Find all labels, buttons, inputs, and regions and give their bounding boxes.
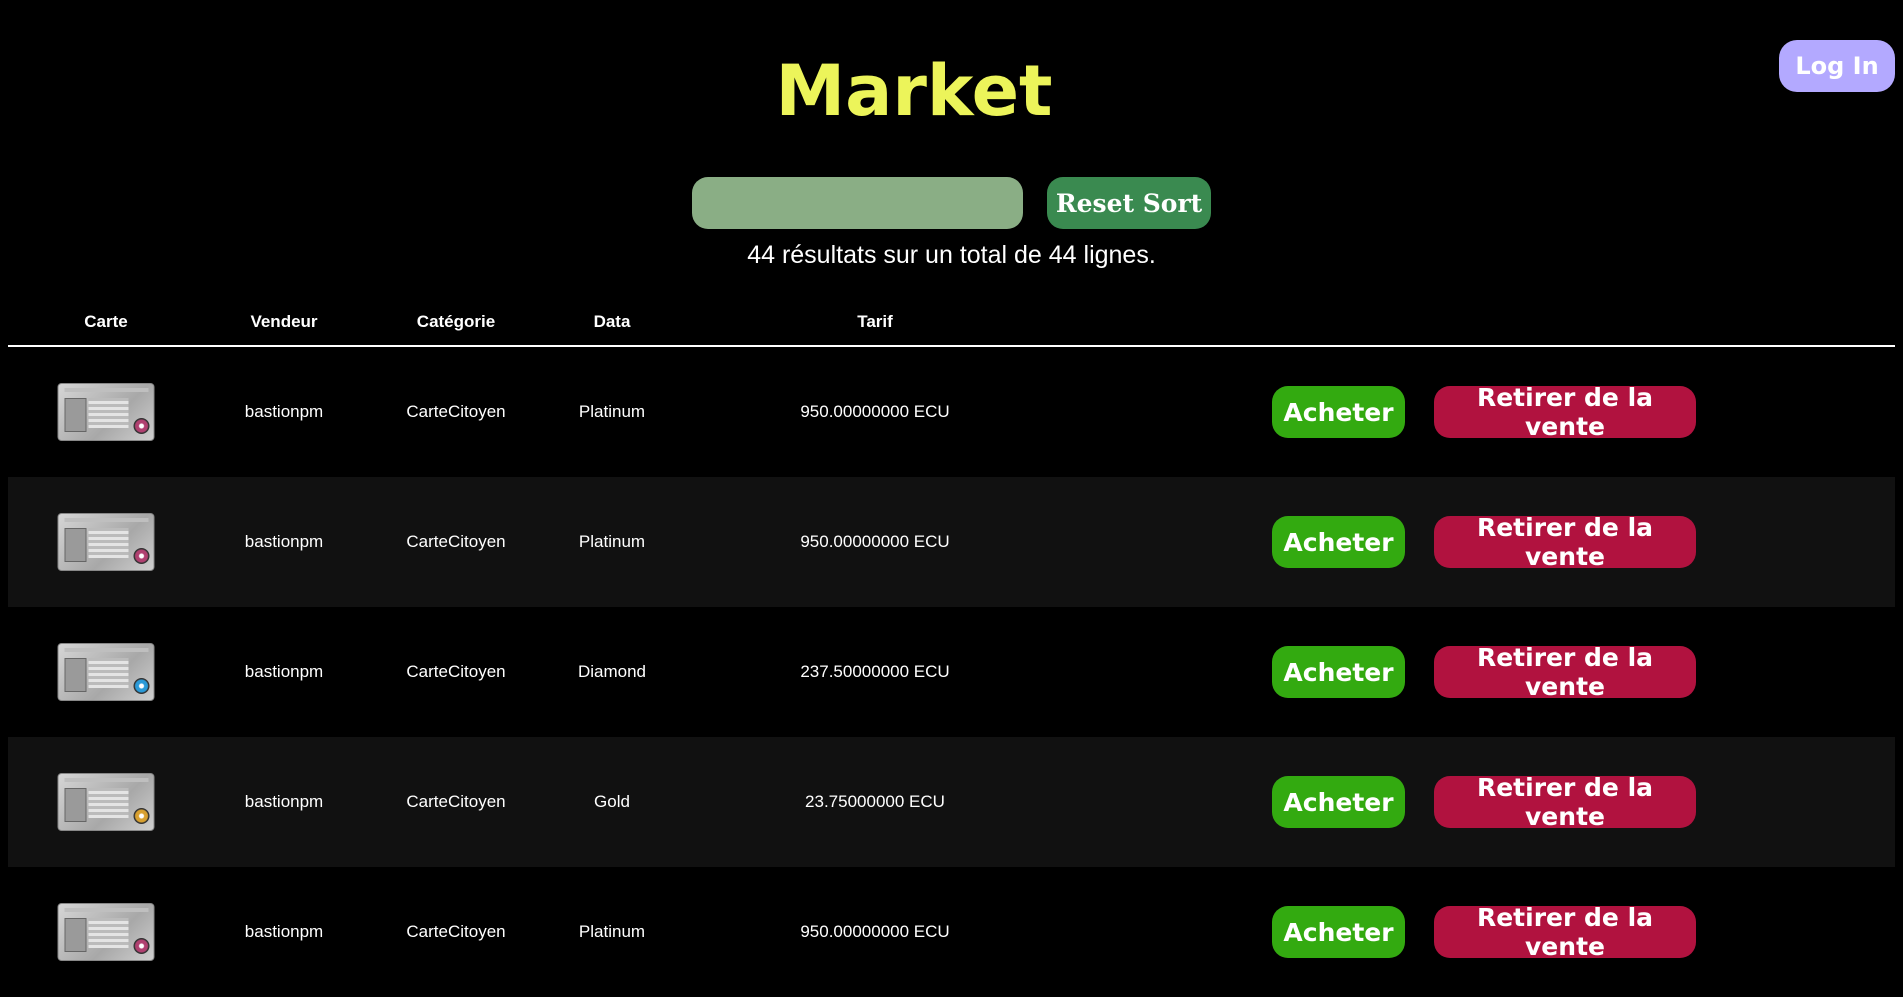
category-cell: CarteCitoyen: [406, 792, 506, 811]
card-emblem-icon: [133, 678, 150, 694]
column-header-tarif[interactable]: Tarif: [857, 312, 893, 332]
card-emblem-icon: [133, 808, 150, 824]
data-cell: Platinum: [578, 532, 646, 551]
column-header-categorie[interactable]: Catégorie: [417, 312, 495, 332]
column-header-data[interactable]: Data: [594, 312, 631, 332]
reset-sort-button[interactable]: Reset Sort: [1047, 177, 1211, 229]
buy-button[interactable]: Acheter: [1272, 646, 1405, 698]
table-row: bastionpm CarteCitoyen Platinum 950.0000…: [8, 477, 1895, 607]
seller-cell: bastionpm: [244, 922, 324, 941]
card-emblem-icon: [133, 938, 150, 954]
price-cell: 23.75000000 ECU: [805, 792, 945, 811]
buy-button[interactable]: Acheter: [1272, 386, 1405, 438]
seller-cell: bastionpm: [244, 662, 324, 681]
market-table: Carte Vendeur Catégorie Data Tarif basti…: [8, 300, 1895, 997]
remove-from-sale-button[interactable]: Retirer de la vente: [1434, 773, 1696, 831]
citizen-card-image: [57, 773, 155, 831]
table-row: bastionpm CarteCitoyen Gold 23.75000000 …: [8, 737, 1895, 867]
seller-cell: bastionpm: [244, 402, 324, 421]
card-emblem-icon: [133, 418, 150, 434]
card-emblem-icon: [133, 548, 150, 564]
table-body: bastionpm CarteCitoyen Platinum 950.0000…: [8, 347, 1895, 997]
citizen-card-image: [57, 513, 155, 571]
category-cell: CarteCitoyen: [406, 402, 506, 421]
category-cell: CarteCitoyen: [406, 662, 506, 681]
column-header-vendeur[interactable]: Vendeur: [250, 312, 317, 332]
results-count: 44 résultats sur un total de 44 lignes.: [747, 241, 1156, 269]
category-cell: CarteCitoyen: [406, 922, 506, 941]
data-cell: Diamond: [577, 662, 647, 681]
citizen-card-image: [57, 903, 155, 961]
table-row: bastionpm CarteCitoyen Platinum 950.0000…: [8, 867, 1895, 997]
table-row: bastionpm CarteCitoyen Platinum 950.0000…: [8, 347, 1895, 477]
buy-button[interactable]: Acheter: [1272, 516, 1405, 568]
citizen-card-image: [57, 643, 155, 701]
table-header: Carte Vendeur Catégorie Data Tarif: [8, 300, 1895, 347]
remove-from-sale-button[interactable]: Retirer de la vente: [1434, 643, 1696, 701]
data-cell: Platinum: [578, 402, 646, 421]
data-cell: Platinum: [578, 922, 646, 941]
buy-button[interactable]: Acheter: [1272, 776, 1405, 828]
citizen-card-image: [57, 383, 155, 441]
remove-from-sale-button[interactable]: Retirer de la vente: [1434, 383, 1696, 441]
seller-cell: bastionpm: [244, 792, 324, 811]
seller-cell: bastionpm: [244, 532, 324, 551]
table-row: bastionpm CarteCitoyen Diamond 237.50000…: [8, 607, 1895, 737]
column-header-carte[interactable]: Carte: [84, 312, 127, 332]
remove-from-sale-button[interactable]: Retirer de la vente: [1434, 903, 1696, 961]
price-cell: 950.00000000 ECU: [800, 532, 950, 551]
buy-button[interactable]: Acheter: [1272, 906, 1405, 958]
price-cell: 950.00000000 ECU: [800, 922, 950, 941]
price-cell: 237.50000000 ECU: [800, 662, 950, 681]
page-title: Market: [775, 50, 1053, 132]
remove-from-sale-button[interactable]: Retirer de la vente: [1434, 513, 1696, 571]
data-cell: Gold: [594, 792, 630, 811]
search-input[interactable]: [692, 177, 1023, 229]
category-cell: CarteCitoyen: [406, 532, 506, 551]
price-cell: 950.00000000 ECU: [800, 402, 950, 421]
